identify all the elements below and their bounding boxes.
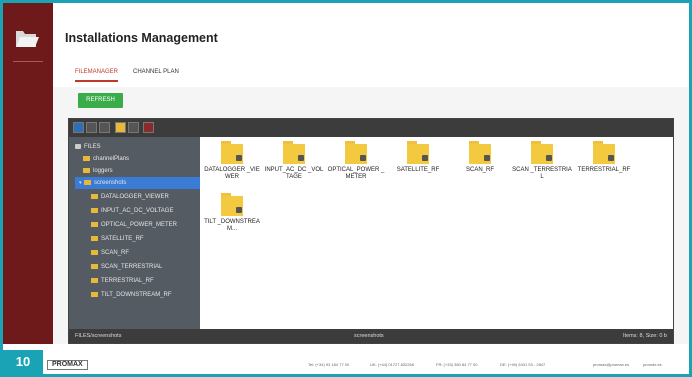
file-manager: FILES channelPlans loggers ▾ screenshots …	[68, 118, 674, 344]
contact-phone-es: Tel: (+34) 93 184 77 00	[308, 362, 350, 367]
new-file-icon[interactable]	[99, 122, 110, 133]
refresh-button[interactable]: REFRESH	[78, 93, 123, 108]
grid-view-icon[interactable]	[128, 122, 139, 133]
folder-icon	[281, 141, 307, 165]
tree-item-input-ac-dc-voltage[interactable]: INPUT_AC_DC_VOLTAGE	[91, 205, 173, 217]
contact-phone-uk: UK: (+44) 01727 832266	[370, 362, 414, 367]
folder-item[interactable]: OPTICAL_POWER _METER	[326, 141, 386, 181]
sidebar	[3, 3, 53, 344]
contact-phone-de: DE: (+49) 6431 53 - 2847	[500, 362, 546, 367]
tree-item-loggers[interactable]: loggers	[83, 165, 113, 177]
folder-icon	[467, 141, 493, 165]
brand-logo: PROMAX	[47, 360, 88, 370]
folder-icon	[219, 193, 245, 217]
file-toolbar	[69, 119, 673, 137]
folder-icon	[91, 277, 98, 283]
arrow-left-icon[interactable]	[73, 122, 84, 133]
page-number: 10	[3, 350, 43, 374]
main-content: REFRESH FILES channelPlans loggers ▾ scr…	[53, 87, 689, 344]
tree-item-files[interactable]: FILES	[75, 141, 101, 153]
tab-bar: FILEMANAGER CHANNEL PLAN	[53, 61, 689, 87]
footer: 10 PROMAX Tel: (+34) 93 184 77 00 UK: (+…	[3, 344, 689, 374]
folder-item[interactable]: TERRESTRIAL_RF	[574, 141, 634, 174]
contact-email: promax@promax.es	[593, 362, 630, 367]
header: Installations Management	[53, 3, 689, 59]
folder-item[interactable]: SCAN_RF	[450, 141, 510, 174]
folder-icon	[529, 141, 555, 165]
tree-item-tilt-downstream-rf[interactable]: TILT_DOWNSTREAM_RF	[91, 289, 172, 301]
status-items: Items: 8, Size: 0 b	[622, 333, 667, 339]
folder-icon	[84, 179, 91, 185]
folder-icon	[91, 221, 98, 227]
contact-phone-fr: FR: (+33) 380 84 77 00	[436, 362, 478, 367]
drive-icon	[75, 143, 81, 149]
tree-item-terrestrial-rf[interactable]: TERRESTRIAL_RF	[91, 275, 154, 287]
tree-item-channelplans[interactable]: channelPlans	[83, 153, 129, 165]
page-frame: Installations Management FILEMANAGER CHA…	[0, 0, 692, 377]
contact-website: promax.es	[643, 362, 662, 367]
folder-item[interactable]: DATALOGGER _VIEWER	[202, 141, 262, 181]
delete-icon[interactable]	[143, 122, 154, 133]
folder-icon	[219, 141, 245, 165]
folder-icon	[343, 141, 369, 165]
folder-item[interactable]: SATELLITE_RF	[388, 141, 448, 174]
folder-icon	[91, 207, 98, 213]
page-title: Installations Management	[65, 31, 218, 45]
arrow-up-icon[interactable]	[86, 122, 97, 133]
folder-icon	[83, 167, 90, 173]
status-bar: FILES/screenshots screenshots Items: 8, …	[69, 329, 673, 343]
folder-grid: DATALOGGER _VIEWER INPUT_AC_DC _VOLTAGE …	[200, 137, 673, 329]
folder-icon	[91, 235, 98, 241]
folder-icon	[405, 141, 431, 165]
tree-item-datalogger-viewer[interactable]: DATALOGGER_VIEWER	[91, 191, 169, 203]
folder-tree: FILES channelPlans loggers ▾ screenshots …	[69, 137, 200, 329]
folder-item[interactable]: INPUT_AC_DC _VOLTAGE	[264, 141, 324, 181]
folder-open-icon[interactable]	[14, 27, 40, 51]
folder-icon	[591, 141, 617, 165]
tab-channel-plan[interactable]: CHANNEL PLAN	[133, 69, 179, 75]
tree-item-scan-terrestrial[interactable]: SCAN_TERRESTRIAL	[91, 261, 162, 273]
folder-item[interactable]: TILT _DOWNSTREAM...	[202, 193, 262, 233]
status-path: FILES/screenshots	[75, 333, 122, 339]
sidebar-divider	[13, 61, 43, 62]
tree-item-scan-rf[interactable]: SCAN_RF	[91, 247, 129, 259]
folder-item[interactable]: SCAN _TERRESTRIAL	[512, 141, 572, 181]
folder-icon	[83, 155, 90, 161]
tree-item-optical-power-meter[interactable]: OPTICAL_POWER_METER	[91, 219, 177, 231]
folder-icon	[91, 249, 98, 255]
folder-icon	[91, 263, 98, 269]
tab-filemanager[interactable]: FILEMANAGER	[75, 69, 119, 82]
folder-icon	[91, 291, 98, 297]
tree-item-screenshots[interactable]: ▾ screenshots	[75, 177, 200, 189]
tree-item-satellite-rf[interactable]: SATELLITE_RF	[91, 233, 144, 245]
status-folder: screenshots	[354, 333, 384, 339]
folder-icon[interactable]	[115, 122, 126, 133]
folder-icon	[91, 193, 98, 199]
